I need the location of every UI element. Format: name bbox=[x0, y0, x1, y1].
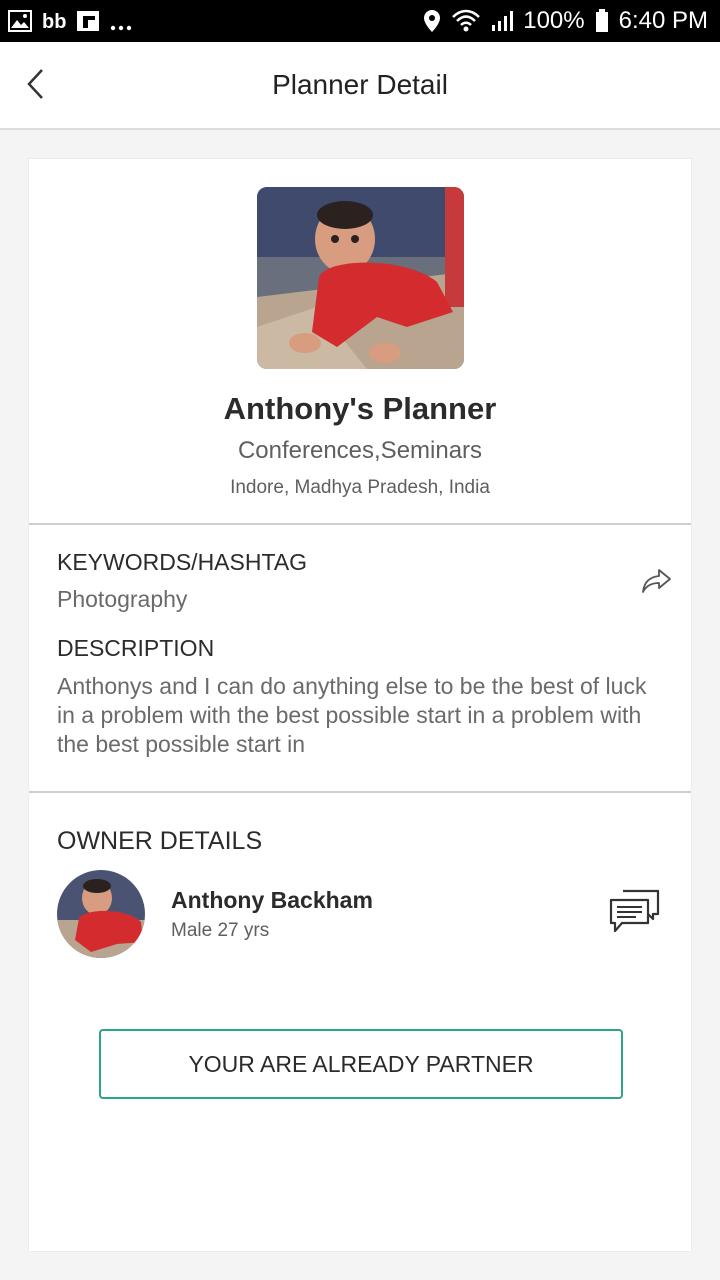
back-button[interactable] bbox=[14, 64, 58, 108]
planner-category: Conferences,Seminars bbox=[237, 437, 483, 464]
back-chevron-icon bbox=[24, 67, 48, 106]
keywords-heading: KEYWORDS/HASHTAG bbox=[57, 549, 308, 575]
planner-photo[interactable] bbox=[256, 187, 464, 369]
status-bar-system: 100% 6:40 PM bbox=[423, 7, 708, 35]
planner-name: Anthony's Planner bbox=[223, 391, 497, 426]
more-notifications-icon bbox=[110, 10, 132, 32]
app-bar: Planner Detail bbox=[0, 42, 720, 130]
planner-location: Indore, Madhya Pradesh, India bbox=[230, 477, 490, 498]
owner-row[interactable]: Anthony Backham Male 27 yrs bbox=[57, 870, 663, 958]
description-heading: DESCRIPTION bbox=[57, 635, 215, 661]
share-button[interactable] bbox=[637, 563, 677, 603]
planner-profile-section: Anthony's Planner Conferences,Seminars I… bbox=[29, 159, 691, 525]
keywords-value: Photography bbox=[57, 586, 188, 612]
share-icon bbox=[641, 567, 673, 600]
svg-text:bb: bb bbox=[42, 11, 66, 32]
status-bar: bb 100% 6:40 PM bbox=[0, 0, 720, 42]
clock: 6:40 PM bbox=[618, 7, 708, 34]
page-title: Planner Detail bbox=[272, 69, 448, 100]
owner-name: Anthony Backham bbox=[171, 886, 373, 913]
owner-gender-age: Male 27 yrs bbox=[171, 919, 270, 941]
description-text: Anthonys and I can do anything else to b… bbox=[57, 673, 647, 757]
avatar[interactable] bbox=[57, 870, 145, 958]
battery-percentage: 100% bbox=[523, 7, 585, 34]
already-partner-button[interactable]: YOUR ARE ALREADY PARTNER bbox=[99, 1029, 623, 1099]
battery-icon bbox=[595, 9, 609, 33]
owner-details-section: OWNER DETAILS Anthony Backham Male 27 yr… bbox=[29, 793, 691, 958]
location-icon bbox=[423, 9, 441, 33]
owner-info: Anthony Backham Male 27 yrs bbox=[171, 887, 373, 942]
signal-icon bbox=[491, 10, 514, 32]
flipboard-icon bbox=[76, 10, 100, 32]
status-bar-notifications: bb bbox=[8, 10, 132, 32]
owner-details-heading: OWNER DETAILS bbox=[57, 827, 263, 855]
planner-info-section: KEYWORDS/HASHTAG Photography DESCRIPTION… bbox=[29, 525, 691, 793]
chat-icon bbox=[608, 888, 662, 941]
gallery-icon bbox=[8, 10, 32, 32]
planner-detail-card: Anthony's Planner Conferences,Seminars I… bbox=[28, 158, 692, 1252]
wifi-icon bbox=[451, 9, 481, 33]
chat-button[interactable] bbox=[607, 889, 663, 939]
bigbasket-icon: bb bbox=[42, 10, 66, 32]
